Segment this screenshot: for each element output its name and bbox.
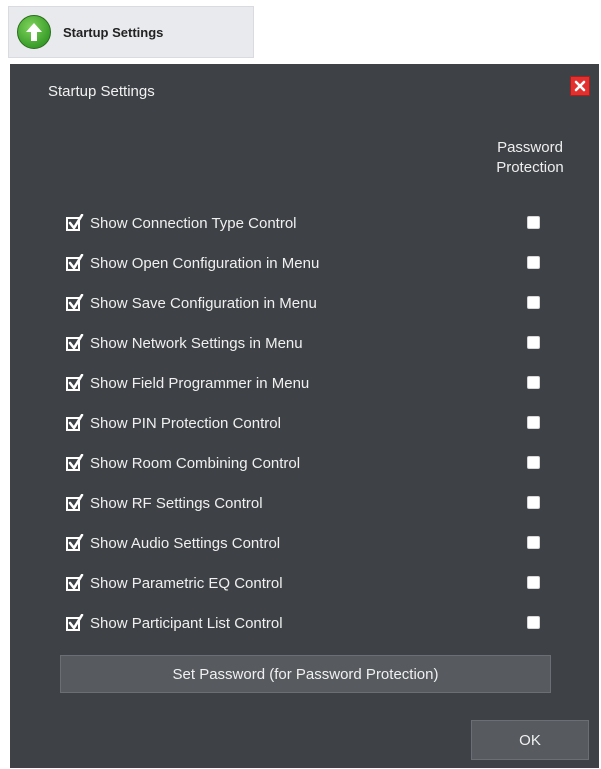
- setting-label: Show Room Combining Control: [90, 455, 301, 472]
- show-setting-checkbox[interactable]: [66, 374, 84, 392]
- show-setting-checkbox[interactable]: [66, 614, 84, 632]
- show-setting-checkbox[interactable]: [66, 414, 84, 432]
- setting-row: Show RF Settings Control: [66, 492, 586, 516]
- up-arrow-icon: [17, 15, 51, 49]
- close-icon: [574, 80, 586, 92]
- setting-row: Show Parametric EQ Control: [66, 572, 586, 596]
- startup-settings-launcher[interactable]: Startup Settings: [8, 6, 254, 58]
- setting-label: Show RF Settings Control: [90, 495, 263, 512]
- setting-row: Show Participant List Control: [66, 612, 586, 636]
- setting-row: Show Save Configuration in Menu: [66, 292, 586, 316]
- show-setting-checkbox[interactable]: [66, 454, 84, 472]
- setting-label: Show Save Configuration in Menu: [90, 295, 317, 312]
- setting-label: Show Participant List Control: [90, 615, 283, 632]
- setting-label: Show Network Settings in Menu: [90, 335, 303, 352]
- show-setting-checkbox[interactable]: [66, 534, 84, 552]
- launcher-label: Startup Settings: [63, 24, 164, 40]
- setting-row: Show Room Combining Control: [66, 452, 586, 476]
- password-protection-checkbox[interactable]: [527, 256, 540, 269]
- password-protection-checkbox[interactable]: [527, 456, 540, 469]
- setting-label: Show Parametric EQ Control: [90, 575, 283, 592]
- setting-label: Show Field Programmer in Menu: [90, 375, 310, 392]
- password-header-line2: Protection: [496, 159, 564, 176]
- close-button[interactable]: [570, 76, 590, 96]
- setting-row: Show Network Settings in Menu: [66, 332, 586, 356]
- set-password-button[interactable]: Set Password (for Password Protection): [60, 655, 551, 693]
- password-protection-checkbox[interactable]: [527, 576, 540, 589]
- dialog-title: Startup Settings: [48, 83, 155, 100]
- password-protection-checkbox[interactable]: [527, 616, 540, 629]
- setting-row: Show Connection Type Control: [66, 212, 586, 236]
- password-protection-checkbox[interactable]: [527, 296, 540, 309]
- password-protection-header: Password Protection: [480, 138, 580, 178]
- setting-row: Show PIN Protection Control: [66, 412, 586, 436]
- show-setting-checkbox[interactable]: [66, 334, 84, 352]
- password-protection-checkbox[interactable]: [527, 376, 540, 389]
- ok-button[interactable]: OK: [471, 720, 589, 760]
- setting-label: Show Audio Settings Control: [90, 535, 281, 552]
- setting-row: Show Audio Settings Control: [66, 532, 586, 556]
- show-setting-checkbox[interactable]: [66, 574, 84, 592]
- show-setting-checkbox[interactable]: [66, 254, 84, 272]
- password-protection-checkbox[interactable]: [527, 336, 540, 349]
- setting-label: Show PIN Protection Control: [90, 415, 281, 432]
- setting-label: Show Connection Type Control: [90, 215, 297, 232]
- setting-row: Show Field Programmer in Menu: [66, 372, 586, 396]
- password-header-line1: Password: [497, 139, 563, 156]
- setting-row: Show Open Configuration in Menu: [66, 252, 586, 276]
- show-setting-checkbox[interactable]: [66, 494, 84, 512]
- password-protection-checkbox[interactable]: [527, 216, 540, 229]
- startup-settings-dialog: Startup Settings Password Protection Sho…: [10, 64, 599, 768]
- setting-label: Show Open Configuration in Menu: [90, 255, 320, 272]
- password-protection-checkbox[interactable]: [527, 496, 540, 509]
- show-setting-checkbox[interactable]: [66, 294, 84, 312]
- password-protection-checkbox[interactable]: [527, 536, 540, 549]
- password-protection-checkbox[interactable]: [527, 416, 540, 429]
- show-setting-checkbox[interactable]: [66, 214, 84, 232]
